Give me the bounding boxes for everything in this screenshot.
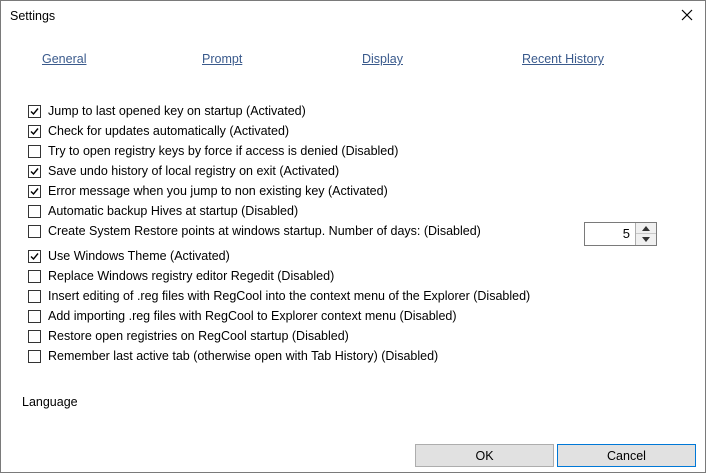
option-row[interactable]: Use Windows Theme (Activated) — [28, 247, 230, 265]
checkmark-icon — [30, 187, 39, 195]
checkbox-unchecked[interactable] — [28, 204, 41, 218]
checkbox-checked[interactable] — [28, 104, 41, 118]
restore-days-spinbox[interactable]: 5 — [584, 222, 657, 246]
option-label: Create System Restore points at windows … — [48, 224, 481, 238]
option-label: Restore open registries on RegCool start… — [48, 329, 349, 343]
option-label: Automatic backup Hives at startup (Disab… — [48, 204, 299, 218]
tab-general[interactable]: General — [42, 52, 86, 66]
option-row[interactable]: Jump to last opened key on startup (Acti… — [28, 102, 306, 120]
close-icon[interactable] — [679, 7, 695, 23]
option-row[interactable]: Automatic backup Hives at startup (Disab… — [28, 202, 298, 220]
checkmark-icon — [30, 107, 39, 115]
tab-prompt[interactable]: Prompt — [202, 52, 242, 66]
option-row[interactable]: Check for updates automatically (Activat… — [28, 122, 289, 140]
ok-button[interactable]: OK — [415, 444, 554, 467]
option-label: Insert editing of .reg files with RegCoo… — [48, 289, 531, 303]
checkbox-unchecked[interactable] — [28, 224, 41, 238]
chevron-down-icon — [642, 237, 650, 242]
option-row[interactable]: Save undo history of local registry on e… — [28, 162, 339, 180]
tab-bar: General Prompt Display Recent History — [1, 52, 705, 70]
checkbox-unchecked[interactable] — [28, 289, 41, 303]
option-row[interactable]: Error message when you jump to non exist… — [28, 182, 388, 200]
spin-buttons — [635, 223, 656, 245]
checkbox-unchecked[interactable] — [28, 349, 41, 363]
option-label: Error message when you jump to non exist… — [48, 184, 388, 198]
spin-up-button[interactable] — [636, 223, 656, 234]
tab-display[interactable]: Display — [362, 52, 403, 66]
option-row[interactable]: Replace Windows registry editor Regedit … — [28, 267, 334, 285]
checkbox-checked[interactable] — [28, 249, 41, 263]
checkbox-checked[interactable] — [28, 184, 41, 198]
option-row[interactable]: Remember last active tab (otherwise open… — [28, 347, 438, 365]
option-label: Replace Windows registry editor Regedit … — [48, 269, 335, 283]
option-label: Try to open registry keys by force if ac… — [48, 144, 399, 158]
checkbox-checked[interactable] — [28, 164, 41, 178]
settings-dialog: Settings General Prompt Display Recent H… — [0, 0, 706, 473]
chevron-up-icon — [642, 225, 650, 231]
option-label: Add importing .reg files with RegCool to… — [48, 309, 457, 323]
option-row[interactable]: Restore open registries on RegCool start… — [28, 327, 349, 345]
cancel-button[interactable]: Cancel — [557, 444, 696, 467]
language-label: Language — [22, 395, 78, 409]
option-row[interactable]: Try to open registry keys by force if ac… — [28, 142, 398, 160]
checkmark-icon — [30, 167, 39, 175]
dialog-title: Settings — [10, 9, 56, 23]
checkbox-unchecked[interactable] — [28, 329, 41, 343]
checkbox-unchecked[interactable] — [28, 144, 41, 158]
option-label: Jump to last opened key on startup (Acti… — [48, 104, 306, 118]
spin-down-button[interactable] — [636, 234, 656, 245]
checkmark-icon — [30, 252, 39, 260]
checkbox-unchecked[interactable] — [28, 269, 41, 283]
checkmark-icon — [30, 127, 39, 135]
option-label: Save undo history of local registry on e… — [48, 164, 340, 178]
option-row[interactable]: Insert editing of .reg files with RegCoo… — [28, 287, 530, 305]
tab-recent-history[interactable]: Recent History — [522, 52, 604, 66]
option-row[interactable]: Add importing .reg files with RegCool to… — [28, 307, 457, 325]
option-label: Remember last active tab (otherwise open… — [48, 349, 439, 363]
restore-days-value[interactable]: 5 — [623, 226, 630, 241]
option-label: Check for updates automatically (Activat… — [48, 124, 290, 138]
option-row[interactable]: Create System Restore points at windows … — [28, 222, 481, 240]
checkbox-checked[interactable] — [28, 124, 41, 138]
option-label: Use Windows Theme (Activated) — [48, 249, 230, 263]
checkbox-unchecked[interactable] — [28, 309, 41, 323]
